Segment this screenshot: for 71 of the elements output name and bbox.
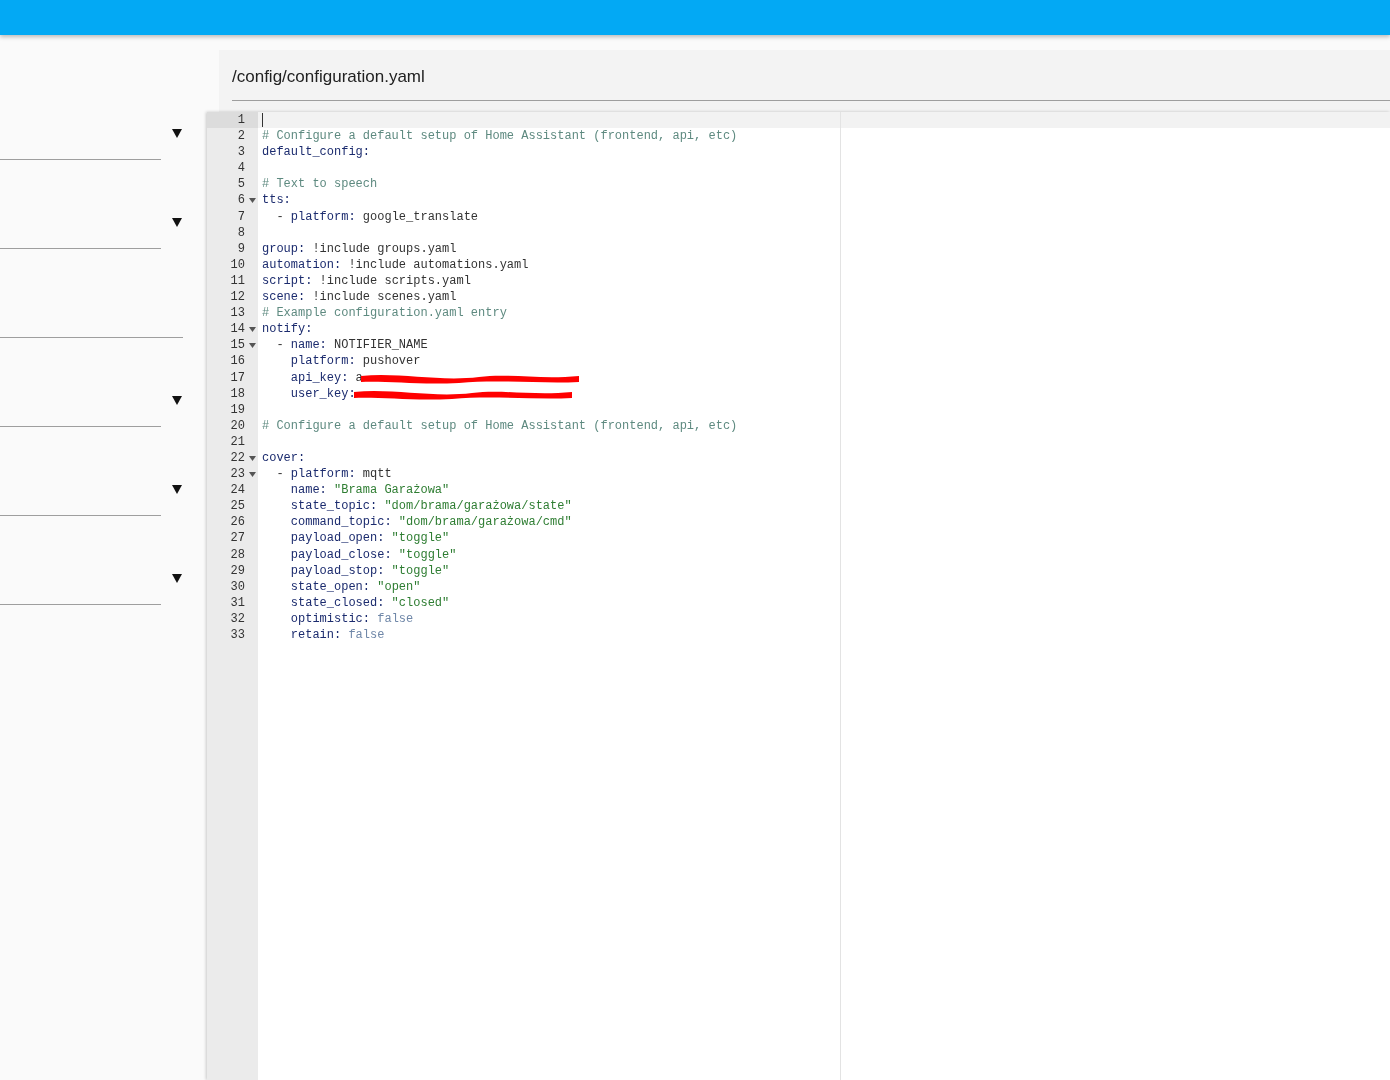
line-number: 15 [229,337,245,354]
line-number: 3 [236,144,245,161]
line-number: 19 [229,401,245,418]
line-number: 31 [229,594,245,611]
code-line: payload_stop: "toggle" [289,562,450,579]
line-number: 6 [236,192,245,209]
line-number: 2 [236,128,245,145]
code-line: - platform: google_translate [275,208,479,225]
line-number: 33 [229,627,245,644]
fold-arrow-icon[interactable] [249,326,256,332]
code-line: command_topic: "dom/brama/garażowa/cmd" [289,514,572,531]
code-line: automation: !include automations.yaml [262,256,529,273]
line-number: 21 [229,433,245,450]
code-line: default_config: [262,144,371,161]
code-line: # Configure a default setup of Home Assistant (frontend, api, etc) [262,417,738,434]
line-number: 11 [229,272,245,290]
fold-arrow-icon[interactable] [249,198,256,203]
dropdown-caret-icon[interactable] [172,574,182,583]
code-line: tts: [262,192,291,209]
line-number: 18 [229,385,245,402]
code-line: notify: [262,321,313,338]
line-number: 12 [229,289,245,306]
code-line: # Example configuration.yaml entry [262,305,507,322]
code-line: scene: !include scenes.yaml [262,289,457,306]
code-line: payload_open: "toggle" [289,530,450,547]
code-line: cover: [262,449,306,467]
line-number: 27 [229,530,245,547]
line-number: 29 [229,562,245,579]
file-path-title: /config/configuration.yaml [232,50,1390,101]
code-line: - platform: mqtt [275,466,392,483]
code-line: user_key: [289,385,356,402]
code-line: retain: false [289,627,385,644]
line-number: 20 [229,417,245,434]
code-line: script: !include scripts.yaml [262,272,471,290]
line-number: 22 [229,449,245,467]
line-number: 13 [229,305,245,322]
dropdown-caret-icon[interactable] [172,485,182,494]
code-line: payload_close: "toggle" [289,546,457,563]
line-number: 9 [236,240,245,257]
dropdown-caret-icon[interactable] [172,396,182,405]
line-number: 16 [229,353,245,370]
line-number: 25 [229,498,245,515]
line-number: 8 [236,224,245,241]
line-number: 10 [229,256,245,273]
code-line: # Configure a default setup of Home Assistant (frontend, api, etc) [262,128,738,145]
code-line: optimistic: false [289,610,414,627]
line-number: 24 [229,482,245,499]
code-line: platform: pushover [289,353,421,370]
line-number: 30 [229,578,245,595]
code-line: state_open: "open" [289,578,421,595]
code-line: group: !include groups.yaml [262,240,457,257]
line-number: 7 [236,208,245,225]
line-number: 5 [236,176,245,193]
fold-arrow-icon[interactable] [249,342,256,348]
line-number: 26 [229,514,245,531]
code-line: state_closed: "closed" [289,594,450,611]
fold-arrow-icon[interactable] [249,471,256,477]
code-line: # Text to speech [262,176,378,193]
code-line: name: "Brama Garażowa" [289,482,450,499]
dropdown-caret-icon[interactable] [172,129,182,138]
line-number: 28 [229,546,245,563]
line-number: 17 [229,369,245,386]
line-number: 23 [229,466,245,483]
dropdown-caret-icon[interactable] [172,218,182,227]
line-number: 14 [229,321,245,338]
code-line: - name: NOTIFIER_NAME [275,337,428,354]
line-number: 1 [236,112,245,129]
code-line: state_topic: "dom/brama/garażowa/state" [289,498,572,515]
line-number: 32 [229,610,245,627]
line-number: 4 [236,160,245,177]
fold-arrow-icon[interactable] [249,455,256,461]
